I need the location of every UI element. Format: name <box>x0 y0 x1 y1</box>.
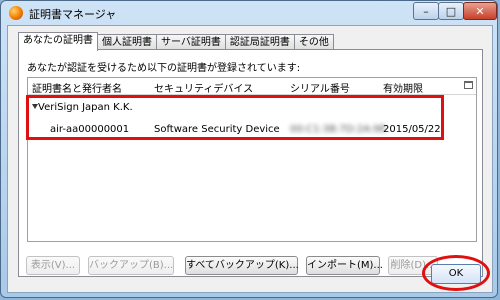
close-button[interactable]: ✕ <box>463 2 497 20</box>
maximize-button[interactable]: □ <box>438 2 464 20</box>
backup-all-button[interactable]: すべてバックアップ(K)... <box>185 256 299 275</box>
column-header-name[interactable]: 証明書名と発行者名 <box>32 80 122 95</box>
title-bar[interactable]: 証明書マネージャ – □ ✕ <box>1 1 497 25</box>
info-text: あなたが認証を受けるため以下の証明書が登録されています: <box>27 63 301 74</box>
tab-panel: あなたが認証を受けるため以下の証明書が登録されています: 証明書名と発行者名 セ… <box>18 49 483 277</box>
tab-your-certificates[interactable]: あなたの証明書 <box>18 32 98 51</box>
dialog-client-area: あなたの証明書 個人証明書 サーバ証明書 認証局証明書 その他 あなたが認証を受… <box>7 25 493 293</box>
firefox-icon <box>9 6 23 20</box>
window-title: 証明書マネージャ <box>29 8 117 21</box>
view-button[interactable]: 表示(V)... <box>26 256 80 275</box>
column-header-device[interactable]: セキュリティデバイス <box>154 80 253 95</box>
certificate-highlight-box <box>26 95 444 140</box>
certificate-manager-window: 証明書マネージャ – □ ✕ あなたの証明書 個人証明書 サーバ証明書 認証局証… <box>0 0 498 298</box>
column-header-row: 証明書名と発行者名 セキュリティデバイス シリアル番号 有効期限 <box>28 78 476 95</box>
tab-strip: あなたの証明書 個人証明書 サーバ証明書 認証局証明書 その他 <box>18 32 334 51</box>
column-header-serial[interactable]: シリアル番号 <box>290 80 350 95</box>
minimize-button[interactable]: – <box>413 2 439 20</box>
column-picker-icon[interactable] <box>464 81 473 89</box>
column-header-expiry[interactable]: 有効期限 <box>383 80 423 95</box>
backup-button[interactable]: バックアップ(B)... <box>88 256 174 275</box>
ok-highlight-circle <box>422 255 490 291</box>
import-button[interactable]: インポート(M)... <box>306 256 383 275</box>
